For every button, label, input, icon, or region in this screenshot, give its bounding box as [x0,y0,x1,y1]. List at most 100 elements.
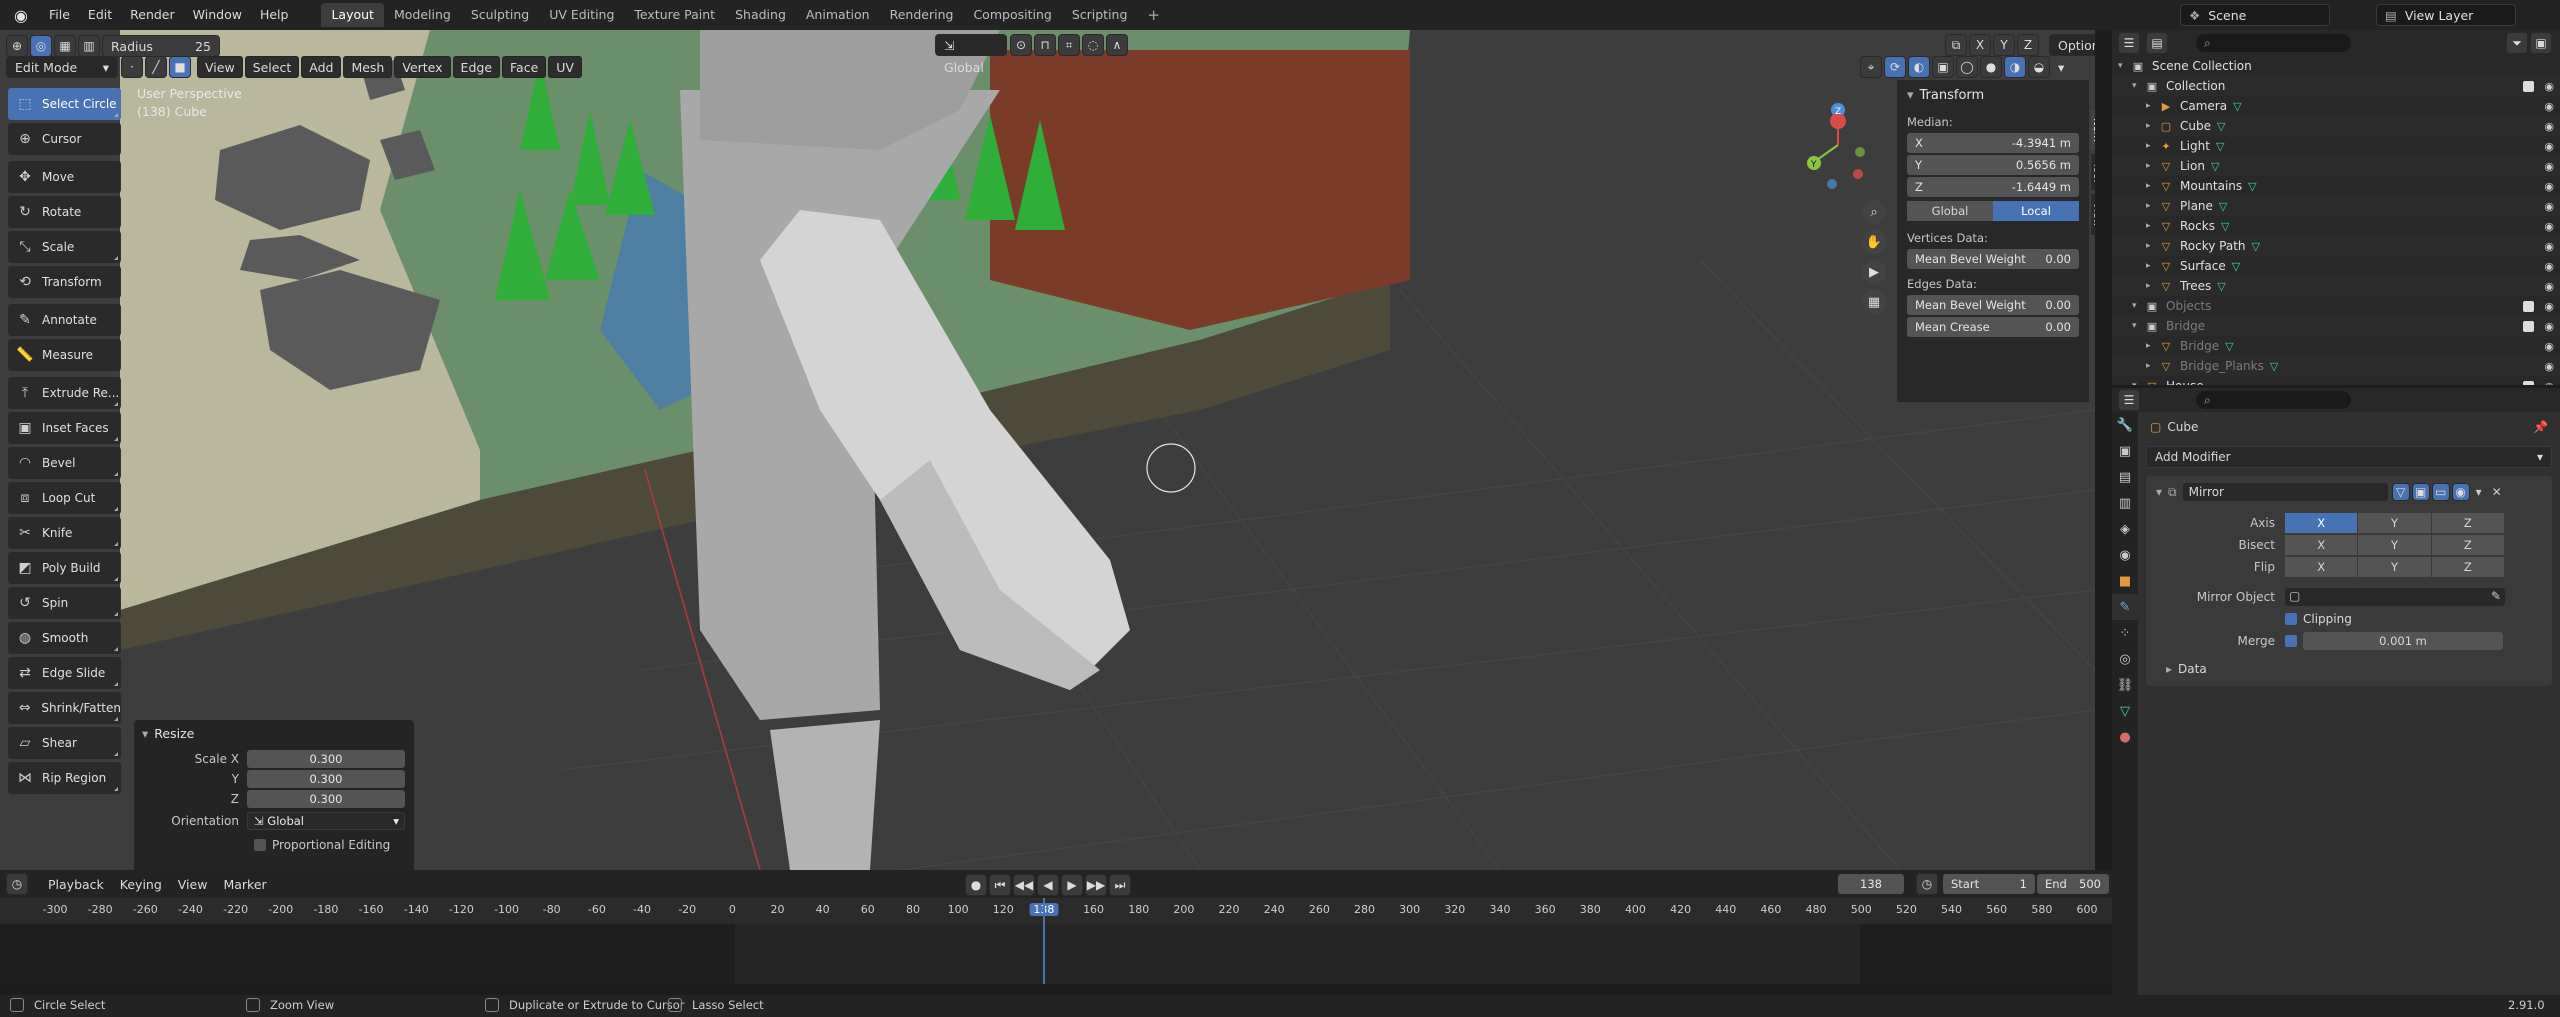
scale-z-field[interactable]: 0.300 [247,790,405,808]
next-key-icon[interactable]: ▶▶ [1085,874,1107,896]
expand-arrow-icon[interactable]: ▾ [2118,61,2130,71]
editor-type-icon[interactable]: ⊕ [6,35,28,57]
orientation-select[interactable]: ⇲ Global ▾ [247,812,405,830]
visibility-eye-icon[interactable]: ◉ [2544,280,2554,293]
data-subpanel-header[interactable]: ▸ Data [2150,658,2548,680]
collapse-arrow-icon[interactable]: ▾ [2156,485,2162,499]
visibility-eye-icon[interactable]: ◉ [2544,160,2554,173]
viewport-menu-mesh[interactable]: Mesh [343,56,393,78]
outliner-item[interactable]: ▸ ▽ Mountains ▽ ◉ [2112,176,2560,196]
snap-icon[interactable]: ⊓ [1034,34,1056,56]
tab-scripting[interactable]: Scripting [1062,3,1138,27]
timeline-keyframe-area[interactable] [0,898,2112,984]
tool-move[interactable]: ✥ Move [8,161,121,193]
gizmo-toggle-icon[interactable]: ⟳ [1884,56,1906,78]
solid-shading-icon[interactable]: ● [1980,56,2002,78]
render-toggle-icon[interactable]: ◉ [2451,483,2470,501]
blender-logo-icon[interactable]: ◉ [8,2,34,28]
scale-y-field[interactable]: 0.300 [247,770,405,788]
proportional-checkbox[interactable] [254,839,266,851]
display-mode-icon[interactable]: ▤ [2146,32,2168,54]
tool-spin[interactable]: ↺ Spin [8,587,121,619]
exclude-checkbox[interactable] [2523,80,2534,92]
outliner-item[interactable]: ▸ ▽ Bridge ▽ ◉ [2112,336,2560,356]
mirror-icon[interactable]: ⧉ [1945,34,1967,56]
outliner-item[interactable]: ▾ ▣ Bridge ◉ [2112,316,2560,336]
select-mode-icon[interactable]: ◎ [30,35,52,57]
particles-tab-icon[interactable]: ⁘ [2112,620,2138,646]
tab-uv-editing[interactable]: UV Editing [539,3,624,27]
expand-arrow-icon[interactable]: ▸ [2146,161,2158,171]
outliner-item[interactable]: ▸ ▽ Rocks ▽ ◉ [2112,216,2560,236]
ortho-grid-icon[interactable]: ▦ [1862,290,1886,314]
navigation-gizmo[interactable]: Z Y [1800,90,1890,190]
tool-bevel[interactable]: ◠ Bevel [8,447,121,479]
mirror-y-toggle[interactable]: Y [1993,34,2015,56]
data-tab-icon[interactable]: ▽ [2112,698,2138,724]
menu-window[interactable]: Window [184,3,251,27]
outliner-item[interactable]: ▸ ▢ Cube ▽ ◉ [2112,116,2560,136]
visibility-eye-icon[interactable]: ◉ [2544,200,2554,213]
median-z-field[interactable]: Z -1.6449 m [1907,177,2079,197]
modifier-tab-icon[interactable]: ✎ [2112,594,2138,620]
viewport-menu-view[interactable]: View [197,56,243,78]
timeline-menu-view[interactable]: View [170,877,216,892]
rendered-shading-icon[interactable]: ◒ [2028,56,2050,78]
constraints-tab-icon[interactable]: ⛓ [2112,672,2138,698]
scene-selector[interactable]: ❖ Scene [2180,4,2330,26]
visibility-eye-icon[interactable]: ◉ [2544,80,2554,93]
merge-checkbox[interactable] [2285,635,2297,647]
start-frame-field[interactable]: Start 1 [1943,874,2035,894]
scene-tab-icon[interactable]: ◈ [2112,516,2138,542]
outliner-item[interactable]: ▾ ▣ Scene Collection [2112,56,2560,76]
median-y-field[interactable]: Y 0.5656 m [1907,155,2079,175]
tool-inset-faces[interactable]: ▣ Inset Faces [8,412,121,444]
options-dropdown[interactable]: Options ▾ [2049,34,2095,75]
tab-compositing[interactable]: Compositing [963,3,1061,27]
face-select-icon[interactable]: ■ [169,56,191,78]
visibility-eye-icon[interactable]: ◉ [2544,260,2554,273]
outliner-item[interactable]: ▸ ▽ Rocky Path ▽ ◉ [2112,236,2560,256]
menu-file[interactable]: File [40,3,79,27]
tab-rendering[interactable]: Rendering [880,3,964,27]
physics-tab-icon[interactable]: ◎ [2112,646,2138,672]
exclude-checkbox[interactable] [2523,320,2534,332]
outliner-item[interactable]: ▸ ▽ Trees ▽ ◉ [2112,276,2560,296]
jump-end-icon[interactable]: ⏭ [1109,874,1131,896]
pivot-icon[interactable]: ⊙ [1010,34,1032,56]
expand-arrow-icon[interactable]: ▾ [2132,81,2144,91]
tab-modeling[interactable]: Modeling [384,3,461,27]
menu-help[interactable]: Help [251,3,298,27]
visibility-eye-icon[interactable]: ◉ [2544,180,2554,193]
transform-panel-title[interactable]: ▾ Transform [1901,84,2085,113]
expand-arrow-icon[interactable]: ▾ [2132,301,2144,311]
mirror-object-field[interactable]: ▢ ✎ [2285,588,2505,606]
vertex-bevel-weight-field[interactable]: Mean Bevel Weight 0.00 [1907,249,2079,269]
expand-arrow-icon[interactable]: ▸ [2146,141,2158,151]
filter-icon[interactable]: ⏷ [2506,32,2528,54]
overlay-toggle-icon[interactable]: ◐ [1908,56,1930,78]
mean-crease-field[interactable]: Mean Crease 0.00 [1907,317,2079,337]
cage-toggle-icon[interactable]: ▣ [2411,483,2430,501]
visibility-eye-icon[interactable]: ◉ [2544,360,2554,373]
radius-field[interactable]: Radius 25 [102,35,220,57]
edge-select-icon[interactable]: ╱ [145,56,167,78]
visibility-eye-icon[interactable]: ◉ [2544,240,2554,253]
playhead[interactable] [1043,898,1045,984]
edge-bevel-weight-field[interactable]: Mean Bevel Weight 0.00 [1907,295,2079,315]
flip-y-toggle[interactable]: Y [2358,557,2431,577]
visibility-eye-icon[interactable]: ◉ [2544,340,2554,353]
expand-arrow-icon[interactable]: ▸ [2146,361,2158,371]
tool-rotate[interactable]: ↻ Rotate [8,196,121,228]
outliner-item[interactable]: ▸ ▽ Lion ▽ ◉ [2112,156,2560,176]
median-x-field[interactable]: X -4.3941 m [1907,133,2079,153]
add-modifier-dropdown[interactable]: Add Modifier ▾ [2146,446,2552,468]
visibility-eye-icon[interactable]: ◉ [2544,320,2554,333]
visibility-eye-icon[interactable]: ◉ [2544,140,2554,153]
axis-x-toggle[interactable]: X [2285,513,2358,533]
sidebar-tab-item[interactable]: Item [2091,110,2095,150]
expand-arrow-icon[interactable]: ▸ [2146,181,2158,191]
expand-arrow-icon[interactable]: ▸ [2146,121,2158,131]
clipping-checkbox[interactable] [2285,613,2297,625]
tool-scale[interactable]: ⤡ Scale [8,231,121,263]
